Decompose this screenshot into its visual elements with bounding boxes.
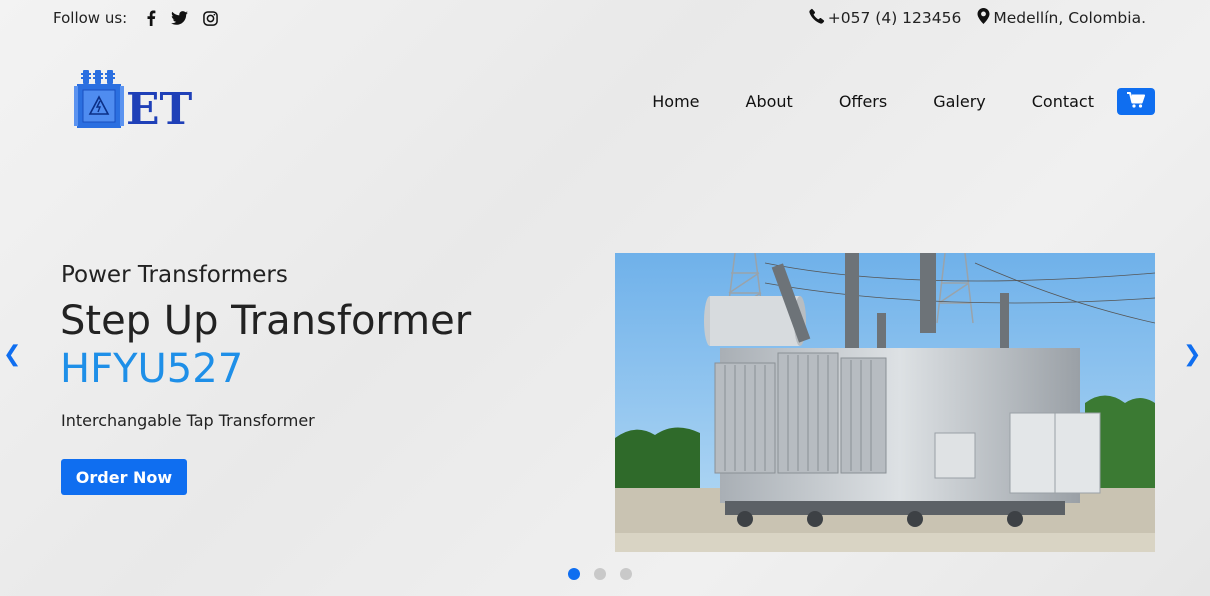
logo-text: ET (126, 84, 193, 130)
nav-offers[interactable]: Offers (839, 92, 887, 111)
location-text: Medellín, Colombia. (993, 9, 1146, 27)
hero-description: Interchangable Tap Transformer (61, 411, 315, 430)
follow-us-label: Follow us: (53, 9, 128, 27)
nav-contact[interactable]: Contact (1032, 92, 1094, 111)
shopping-cart-icon (1127, 91, 1145, 112)
carousel-dot-2[interactable] (594, 568, 606, 580)
phone-number: +057 (4) 123456 (827, 9, 962, 27)
twitter-icon[interactable] (170, 9, 188, 27)
site-logo[interactable]: ET (74, 66, 214, 135)
carousel-dot-3[interactable] (620, 568, 632, 580)
instagram-icon[interactable] (201, 9, 219, 27)
nav-galery[interactable]: Galery (933, 92, 986, 111)
hero-title: Step Up Transformer (60, 298, 472, 344)
main-nav: Home About Offers Galery Contact (652, 88, 1155, 115)
carousel-indicators (568, 568, 632, 580)
nav-home[interactable]: Home (652, 92, 699, 111)
hero-subtitle: Power Transformers (61, 262, 288, 288)
order-now-button[interactable]: Order Now (61, 459, 187, 495)
facebook-icon[interactable] (142, 9, 160, 27)
phone-icon (809, 8, 825, 28)
top-bar: Follow us: +057 (4) 123456 Medellín, Col… (0, 0, 1210, 36)
carousel-dot-1[interactable] (568, 568, 580, 580)
location-item: Medellín, Colombia. (977, 8, 1146, 28)
transformer-image (615, 253, 1155, 552)
cart-button[interactable] (1117, 88, 1155, 115)
nav-about[interactable]: About (746, 92, 793, 111)
map-marker-icon (977, 8, 990, 28)
carousel-prev-arrow[interactable]: ❮ (3, 342, 21, 367)
hero-model: HFYU527 (60, 346, 244, 392)
phone-item[interactable]: +057 (4) 123456 (809, 8, 962, 28)
contact-info: +057 (4) 123456 Medellín, Colombia. (809, 8, 1146, 28)
carousel-next-arrow[interactable]: ❯ (1183, 342, 1201, 367)
